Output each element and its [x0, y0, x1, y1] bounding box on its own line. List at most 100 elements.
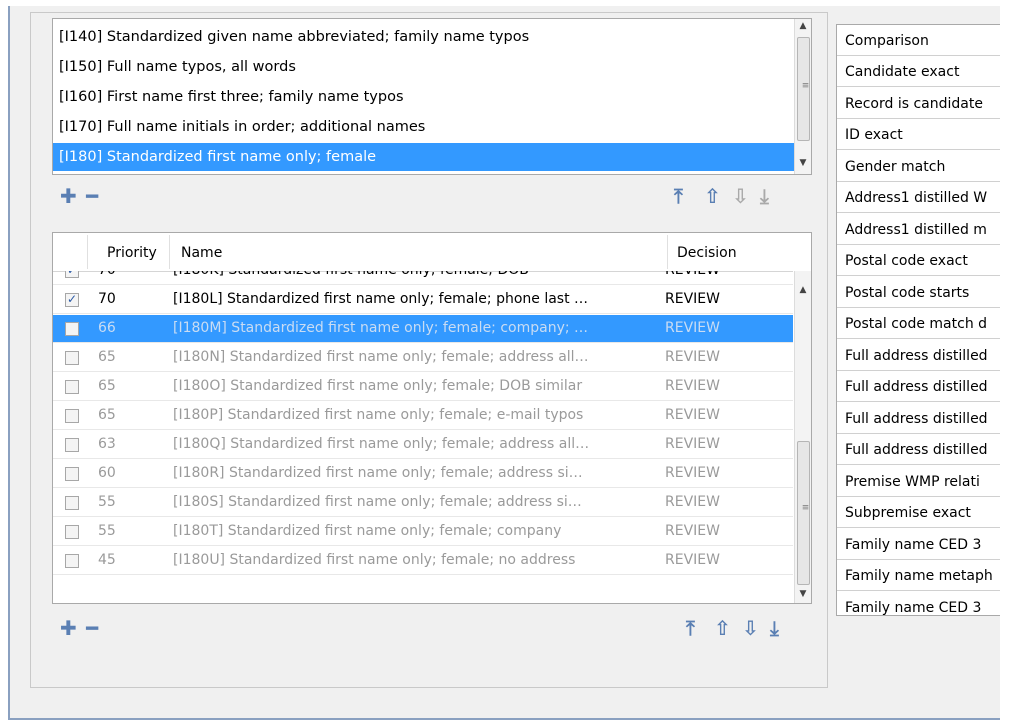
priority-column-header[interactable]: Priority	[107, 245, 157, 261]
remove-icon: ━	[86, 616, 99, 640]
table-row[interactable]: 45 [I180U] Standardized first name only; …	[53, 547, 793, 575]
decision-cell: REVIEW	[665, 436, 720, 452]
name-cell: [I180S] Standardized first name only; fe…	[173, 494, 582, 510]
move-top-button[interactable]: ⤒	[674, 186, 683, 206]
comparison-item[interactable]: Postal code exact	[837, 247, 1013, 276]
list-item[interactable]: [I170] Full name initials in order; addi…	[59, 113, 425, 141]
enable-checkbox[interactable]	[65, 380, 79, 394]
enable-checkbox[interactable]	[65, 554, 79, 568]
name-column-header[interactable]: Name	[181, 245, 222, 261]
comparison-item[interactable]: Family name CED 3	[837, 594, 1013, 616]
list-item[interactable]: [I180] Standardized first name only; fem…	[53, 143, 795, 171]
comparison-item[interactable]: Premise WMP relati	[837, 468, 1013, 497]
table-row[interactable]: 60 [I180R] Standardized first name only; …	[53, 460, 793, 488]
table-row[interactable]: 70 [I180K] Standardized first name only; …	[53, 271, 793, 285]
scroll-up-arrow-icon[interactable]: ▲	[795, 21, 811, 31]
scroll-down-arrow-icon[interactable]: ▼	[795, 158, 811, 168]
decision-column-header[interactable]: Decision	[677, 245, 737, 261]
name-cell: [I180U] Standardized first name only; fe…	[173, 552, 576, 568]
comparison-item[interactable]: Full address distilled	[837, 436, 1013, 465]
enable-checkbox[interactable]	[65, 351, 79, 365]
move-bottom-icon: ⤓	[760, 184, 769, 208]
move-top-subrule-button[interactable]: ⤒	[686, 618, 695, 638]
table-row[interactable]: 55 [I180T] Standardized first name only; …	[53, 518, 793, 546]
add-rule-button[interactable]: ✚	[60, 186, 77, 206]
move-bottom-icon: ⤓	[770, 616, 779, 640]
name-cell: [I180R] Standardized first name only; fe…	[173, 465, 583, 481]
table-row[interactable]: 63 [I180Q] Standardized first name only; …	[53, 431, 793, 459]
comparison-item[interactable]: ID exact	[837, 121, 1013, 150]
enable-checkbox[interactable]	[65, 271, 79, 284]
comparisons-grid: Comparison Candidate exact Record is candi…	[836, 24, 1014, 616]
move-up-icon: ⇧	[714, 616, 731, 640]
priority-cell: 65	[98, 349, 116, 365]
move-top-icon: ⤒	[674, 184, 683, 208]
enable-checkbox[interactable]	[65, 467, 79, 481]
table-row[interactable]: 65 [I180O] Standardized first name only; …	[53, 373, 793, 401]
list-item[interactable]: [I140] Standardized given name abbreviat…	[59, 23, 529, 51]
app-window: [I140] Standardized given name abbreviat…	[0, 0, 1020, 726]
enable-checkbox[interactable]	[65, 496, 79, 510]
name-cell: [I180M] Standardized first name only; fe…	[173, 320, 589, 336]
comparison-item[interactable]: Record is candidate	[837, 90, 1013, 119]
rules-list-scrollbar[interactable]: ▲ ≡ ▼	[794, 19, 811, 174]
priority-cell: 65	[98, 378, 116, 394]
move-bottom-button[interactable]: ⤓	[760, 186, 769, 206]
add-subrule-button[interactable]: ✚	[60, 618, 77, 638]
decision-cell: REVIEW	[665, 523, 720, 539]
list-item[interactable]: [I160] First name first three; family na…	[59, 83, 404, 111]
move-up-icon: ⇧	[704, 184, 721, 208]
table-row[interactable]: 55 [I180S] Standardized first name only; …	[53, 489, 793, 517]
list-item[interactable]: [I150] Full name typos, all words	[59, 53, 296, 81]
comparison-column-header[interactable]: Comparison	[837, 27, 1013, 56]
table-row[interactable]: 65 [I180N] Standardized first name only; …	[53, 344, 793, 372]
enable-checkbox[interactable]	[65, 322, 79, 336]
rules-list[interactable]: [I140] Standardized given name abbreviat…	[52, 18, 812, 175]
priority-cell: 55	[98, 523, 116, 539]
move-down-icon: ⇩	[732, 184, 749, 208]
comparison-item[interactable]: Postal code match d	[837, 310, 1013, 339]
comparison-item[interactable]: Gender match	[837, 153, 1013, 182]
priority-cell: 55	[98, 494, 116, 510]
table-row[interactable]: 66 [I180M] Standardized first name only; …	[53, 315, 793, 343]
comparison-item[interactable]: Full address distilled	[837, 405, 1013, 434]
priority-cell: 65	[98, 407, 116, 423]
table-row[interactable]: 70 [I180L] Standardized first name only; …	[53, 286, 793, 314]
table-scroll-down-arrow-icon[interactable]: ▼	[795, 589, 811, 599]
move-bottom-subrule-button[interactable]: ⤓	[770, 618, 779, 638]
decision-cell: REVIEW	[665, 407, 720, 423]
table-row[interactable]: 65 [I180P] Standardized first name only; …	[53, 402, 793, 430]
table-scrollbar-thumb[interactable]: ≡	[797, 441, 810, 585]
move-down-subrule-button[interactable]: ⇩	[742, 618, 759, 638]
priority-cell: 45	[98, 552, 116, 568]
name-cell: [I180P] Standardized first name only; fe…	[173, 407, 584, 423]
move-up-button[interactable]: ⇧	[704, 186, 721, 206]
move-up-subrule-button[interactable]: ⇧	[714, 618, 731, 638]
comparison-item[interactable]: Candidate exact	[837, 58, 1013, 87]
decision-cell: REVIEW	[665, 494, 720, 510]
enable-checkbox[interactable]	[65, 438, 79, 452]
remove-rule-button[interactable]: ━	[86, 186, 98, 206]
table-scrollbar[interactable]: ▲ ≡ ▼	[794, 271, 811, 603]
enable-checkbox[interactable]	[65, 286, 79, 313]
scrollbar-thumb[interactable]: ≡	[797, 37, 810, 141]
comparison-item[interactable]: Subpremise exact	[837, 499, 1013, 528]
comparison-item[interactable]: Full address distilled	[837, 342, 1013, 371]
comparison-item[interactable]: Full address distilled	[837, 373, 1013, 402]
name-cell: [I180L] Standardized first name only; fe…	[173, 291, 589, 307]
move-down-button[interactable]: ⇩	[732, 186, 749, 206]
enable-checkbox[interactable]	[65, 409, 79, 423]
name-cell: [I180Q] Standardized first name only; fe…	[173, 436, 590, 452]
remove-subrule-button[interactable]: ━	[86, 618, 98, 638]
enable-checkbox[interactable]	[65, 525, 79, 539]
comparison-item[interactable]: Postal code starts	[837, 279, 1013, 308]
table-header: Priority Name Decision	[53, 233, 793, 272]
comparison-item[interactable]: Address1 distilled m	[837, 216, 1013, 245]
table-scroll-up-arrow-icon[interactable]: ▲	[795, 285, 811, 295]
decision-cell: REVIEW	[665, 320, 720, 336]
comparison-item[interactable]: Address1 distilled W	[837, 184, 1013, 213]
decision-cell: REVIEW	[665, 271, 720, 284]
comparison-item[interactable]: Family name CED 3	[837, 531, 1013, 560]
comparison-item[interactable]: Family name metaph	[837, 562, 1013, 591]
priority-cell: 63	[98, 436, 116, 452]
